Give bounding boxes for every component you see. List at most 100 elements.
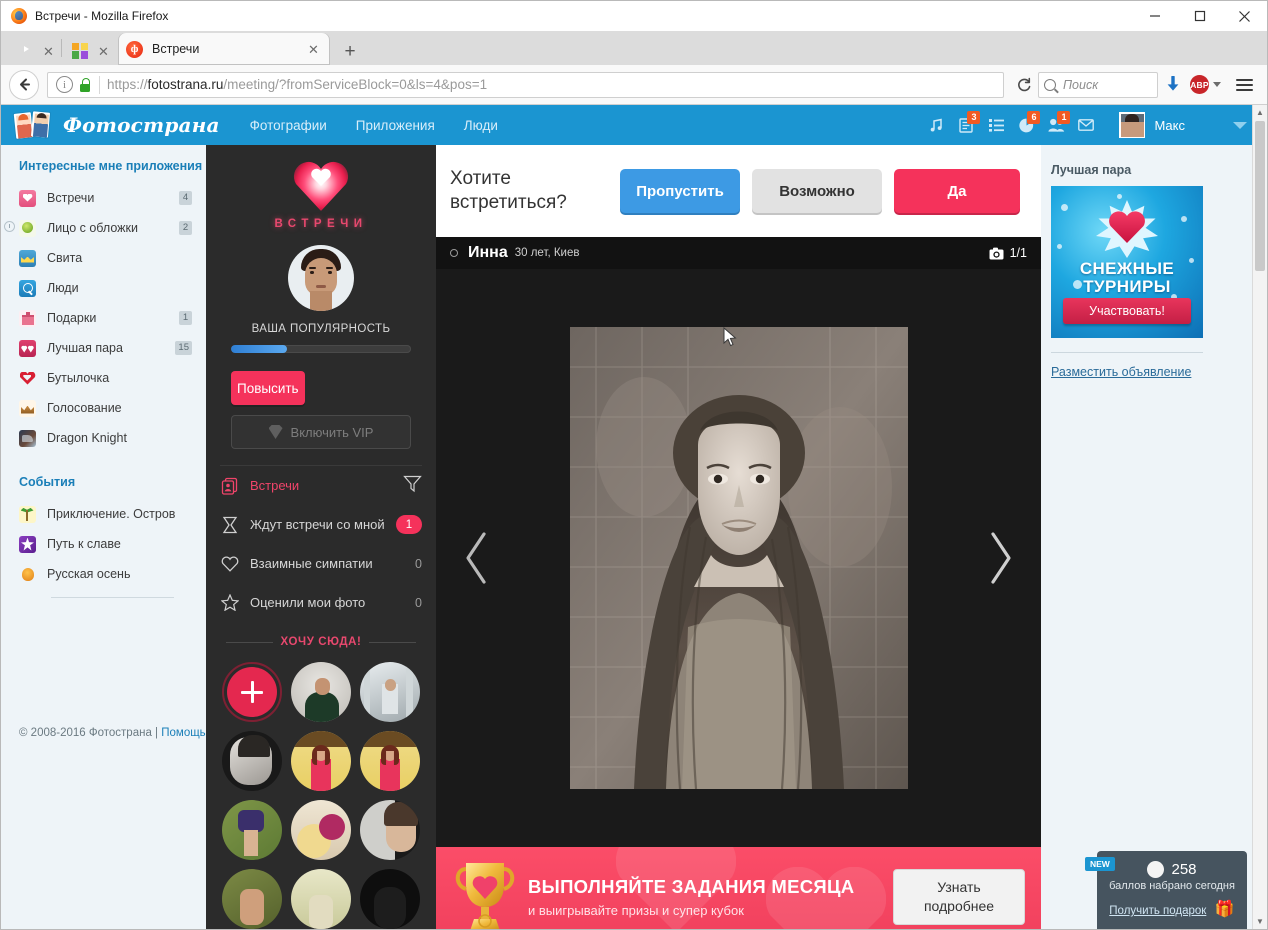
list-item[interactable] (360, 869, 420, 929)
list-item[interactable] (222, 869, 282, 929)
meeting-cards-icon (220, 476, 239, 495)
meeting-nav-waiting[interactable]: Ждут встречи со мной 1 (206, 505, 436, 544)
learn-more-line-2: подробнее (923, 898, 995, 914)
boost-button[interactable]: Повысить (231, 371, 305, 405)
photo-counter-text: 1/1 (1009, 246, 1027, 260)
browser-menu-button[interactable] (1229, 70, 1259, 100)
sidebar-item-priklyuchenie-ostrov[interactable]: Приключение. Остров (1, 499, 206, 529)
sidebar-item-podarki[interactable]: Подарки 1 (1, 303, 206, 333)
list-item[interactable] (291, 731, 351, 791)
url-bar[interactable]: i https://fotostrana.ru/meeting/?fromSer… (47, 71, 1004, 98)
reload-button[interactable] (1010, 72, 1038, 98)
tab-youtube[interactable]: ✕ (9, 37, 59, 65)
youtube-favicon (17, 43, 34, 60)
help-link[interactable]: Помощь (161, 727, 205, 739)
maximize-button[interactable] (1177, 1, 1222, 31)
user-menu[interactable]: Макс (1119, 112, 1267, 138)
maybe-button[interactable]: Возможно (752, 169, 882, 213)
adblock-plus-button[interactable]: ABP (1190, 75, 1221, 94)
tab-active-vstrechi[interactable]: ф Встречи ✕ (118, 33, 330, 65)
list-item[interactable] (222, 731, 282, 791)
profile-name[interactable]: Инна (468, 244, 508, 262)
search-box[interactable] (1038, 71, 1158, 98)
sidebar-item-dragon-knight[interactable]: Dragon Knight (1, 423, 206, 453)
chevron-down-icon[interactable] (1233, 121, 1247, 129)
list-item[interactable] (360, 662, 420, 722)
yes-button[interactable]: Да (894, 169, 1020, 213)
list-item[interactable] (291, 869, 351, 929)
get-gift-row[interactable]: Получить подарок 🎁 (1105, 899, 1239, 919)
list-item[interactable] (291, 662, 351, 722)
meeting-nav-mutual[interactable]: Взаимные симпатии 0 (206, 544, 436, 583)
sidebar-item-lico-s-oblozhki[interactable]: Лицо с обложки 2 (1, 213, 206, 243)
photo-viewer (436, 269, 1041, 847)
friends-icon[interactable]: 1 (1041, 105, 1071, 145)
close-tab-icon[interactable]: ✕ (305, 41, 322, 58)
sidebar-item-svita[interactable]: Свита (1, 243, 206, 273)
new-tab-button[interactable]: + (336, 37, 364, 65)
list-icon[interactable] (981, 105, 1011, 145)
search-input[interactable] (1061, 76, 1152, 93)
back-button[interactable] (9, 69, 39, 100)
page-scrollbar[interactable]: ▲ ▼ (1252, 105, 1267, 929)
downloads-icon[interactable] (1158, 70, 1188, 100)
meeting-logo: ВСТРЕЧИ (206, 145, 436, 237)
thumbnail-grid (206, 662, 436, 929)
previous-photo-arrow[interactable] (454, 523, 500, 593)
news-feed-icon[interactable]: 3 (951, 105, 981, 145)
learn-more-button[interactable]: Узнать подробнее (893, 869, 1025, 925)
monthly-tasks-banner[interactable]: ВЫПОЛНЯЙТЕ ЗАДАНИЯ МЕСЯЦА и выигрывайте … (436, 847, 1041, 929)
participate-button[interactable]: Участвовать! (1063, 298, 1191, 324)
gift-icon: 🎁 (1214, 901, 1235, 918)
sidebar-item-put-k-slave[interactable]: Путь к славе (1, 529, 206, 559)
profile-photo[interactable] (569, 327, 908, 789)
list-item[interactable] (291, 800, 351, 860)
meeting-nav-rated[interactable]: Оценили мои фото 0 (206, 583, 436, 622)
sidebar-item-vstrechi[interactable]: Встречи 4 (1, 183, 206, 213)
tab-apps[interactable]: ✕ (64, 37, 114, 65)
site-info-icon[interactable]: i (56, 76, 73, 93)
get-gift-link[interactable]: Получить подарок (1109, 905, 1206, 917)
minimize-button[interactable] (1132, 1, 1177, 31)
close-tab-icon[interactable]: ✕ (40, 43, 57, 60)
sidebar-item-butylochka[interactable]: Бутылочка (1, 363, 206, 393)
mail-icon[interactable] (1071, 105, 1101, 145)
close-tab-icon[interactable]: ✕ (95, 43, 112, 60)
points-widget[interactable]: NEW 258 баллов набрано сегодня Получить … (1085, 851, 1247, 929)
scrollbar-thumb[interactable] (1255, 121, 1265, 271)
close-button[interactable] (1222, 1, 1267, 31)
list-item[interactable] (360, 731, 420, 791)
next-photo-arrow[interactable] (977, 523, 1023, 593)
sidebar-item-russkaya-osen[interactable]: Русская осень (1, 559, 206, 589)
skip-button[interactable]: Пропустить (620, 169, 740, 213)
add-photo-button[interactable] (222, 662, 282, 722)
list-item[interactable] (360, 800, 420, 860)
enable-vip-button[interactable]: Включить VIP (231, 415, 411, 449)
promo-banner[interactable]: СНЕЖНЫЕ ТУРНИРЫ Участвовать! (1051, 186, 1203, 338)
place-ad-link[interactable]: Разместить объявление (1051, 365, 1191, 379)
filter-icon[interactable] (403, 474, 422, 498)
sidebar-item-luchshaya-para[interactable]: Лучшая пара 15 (1, 333, 206, 363)
star-outline-icon (220, 593, 239, 612)
meeting-nav-vstrechi[interactable]: Встречи (206, 466, 436, 505)
meeting-nav-label: Ждут встречи со мной (250, 517, 385, 532)
url-divider (99, 75, 100, 94)
nav-people[interactable]: Люди (464, 118, 498, 133)
list-item[interactable] (222, 800, 282, 860)
sidebar-item-golosovanie[interactable]: Голосование (1, 393, 206, 423)
notifications-icon[interactable]: 6 (1011, 105, 1041, 145)
grid-favicon (72, 42, 89, 60)
nav-photos[interactable]: Фотографии (250, 118, 327, 133)
sidebar-item-ludi[interactable]: Люди (1, 273, 206, 303)
meeting-sidebar: ВСТРЕЧИ ВАША ПОПУЛЯРНОСТЬ Повысить Включ… (206, 145, 436, 929)
site-brand[interactable]: Фотострана (63, 113, 220, 137)
fotostrana-logo-icon[interactable] (13, 110, 53, 140)
scroll-down-arrow[interactable]: ▼ (1253, 914, 1267, 929)
user-avatar-large[interactable] (288, 245, 354, 311)
page-columns: Интересные мне приложения Встречи 4 Лицо… (1, 145, 1267, 929)
scroll-up-arrow[interactable]: ▲ (1253, 105, 1267, 120)
nav-apps[interactable]: Приложения (356, 118, 435, 133)
header-icon-bar: 3 6 1 Макс (921, 105, 1267, 145)
news-badge: 3 (967, 111, 981, 124)
music-icon[interactable] (921, 105, 951, 145)
